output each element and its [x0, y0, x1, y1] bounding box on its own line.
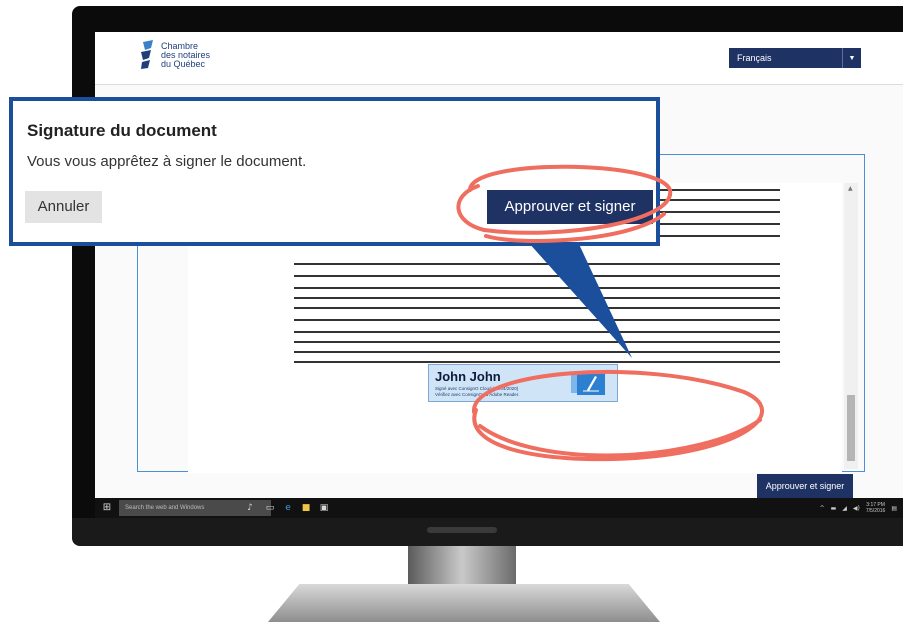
callout-pointer [528, 242, 632, 358]
cancel-button[interactable]: Annuler [25, 191, 102, 223]
approve-and-sign-dialog-button[interactable]: Approuver et signer [487, 190, 653, 224]
dialog-message: Vous vous apprêtez à signer le document. [27, 153, 307, 170]
signature-dialog: Signature du document Vous vous apprêtez… [9, 97, 660, 246]
dialog-title: Signature du document [27, 121, 217, 140]
